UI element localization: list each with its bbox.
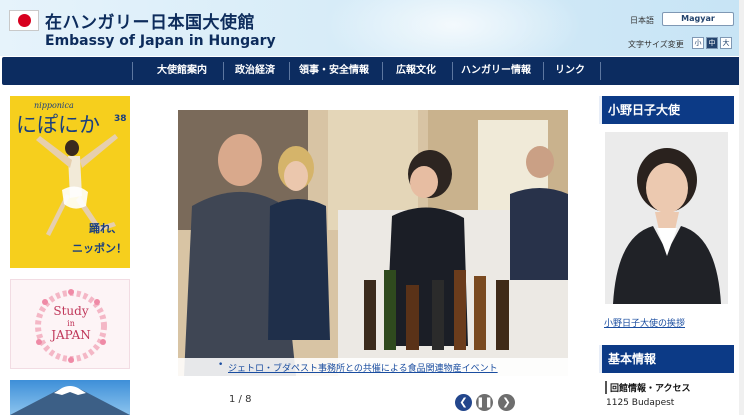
nipponica-banner[interactable]: nipponica にぽにか 38 踊れ、 ニッポン！ — [10, 96, 130, 268]
nav-separator — [382, 62, 383, 80]
mount-fuji-banner[interactable] — [10, 380, 130, 415]
nav-item-culture-pr[interactable]: 広報文化 — [385, 57, 447, 85]
nav-item-consular-safety[interactable]: 領事・安全情報 — [292, 57, 376, 85]
nav-separator — [600, 62, 601, 80]
nipponica-logo-ja: にぽにか — [16, 113, 100, 137]
nav-separator — [289, 62, 290, 80]
nipponica-caption-line2: ニッポン！ — [72, 242, 127, 255]
basic-info-heading: 基本情報 — [599, 345, 734, 373]
font-size-large-button[interactable]: 大 — [720, 37, 732, 49]
nipponica-caption-line1: 踊れ、 — [89, 222, 123, 235]
nav-separator — [452, 62, 453, 80]
carousel-caption-link[interactable]: ジェトロ・ブダペスト事務所との共催による食品関連物産イベント — [228, 361, 498, 374]
site-header: 在ハンガリー日本国大使館 Embassy of Japan in Hungary… — [0, 0, 744, 56]
carousel-page-indicator: 1 / 8 — [229, 394, 252, 405]
pause-icon: ❚❚ — [476, 397, 493, 408]
mount-fuji-image — [10, 386, 130, 415]
ambassador-heading: 小野日子大使 — [599, 96, 734, 124]
study-text-line1: Study — [53, 304, 89, 318]
nav-separator — [223, 62, 224, 80]
nipponica-issue-number: 38 — [114, 114, 127, 124]
nav-separator — [543, 62, 544, 80]
font-size-label: 文字サイズ変更 — [628, 40, 684, 49]
header-world-map-decoration — [324, 0, 584, 56]
ambassador-photo[interactable] — [605, 132, 728, 304]
nav-item-hungary-info[interactable]: ハンガリー情報 — [454, 57, 538, 85]
carousel-pause-button[interactable]: ❚❚ — [476, 394, 493, 411]
font-size-medium-button[interactable]: 中 — [706, 37, 718, 49]
font-size-small-button[interactable]: 小 — [692, 37, 704, 49]
event-photo — [178, 110, 568, 376]
embassy-access-title[interactable]: 回館情報・アクセス — [605, 381, 691, 394]
language-magyar-button[interactable]: Magyar — [662, 12, 734, 26]
nav-separator — [132, 62, 133, 80]
news-carousel-image[interactable] — [178, 110, 568, 376]
caption-bullet-icon: • — [218, 360, 224, 370]
carousel-caption-bar: • ジェトロ・ブダペスト事務所との共催による食品関連物産イベント — [178, 358, 568, 376]
nav-item-politics-economy[interactable]: 政治経済 — [225, 57, 285, 85]
nav-item-links[interactable]: リンク — [546, 57, 594, 85]
page-scrollbar[interactable] — [739, 0, 744, 415]
site-title-english[interactable]: Embassy of Japan in Hungary — [45, 33, 276, 49]
nav-item-embassy-info[interactable]: 大使館案内 — [142, 57, 222, 85]
japan-flag-icon — [9, 10, 39, 31]
study-in-japan-banner[interactable]: Study in JAPAN — [10, 279, 130, 369]
study-text-line3: JAPAN — [51, 328, 91, 342]
language-japanese-link[interactable]: 日本語 — [630, 15, 654, 26]
carousel-prev-button[interactable]: ❮ — [455, 394, 472, 411]
carousel-next-button[interactable]: ❯ — [498, 394, 515, 411]
study-text-line2: in — [67, 319, 75, 328]
ambassador-greeting-link[interactable]: 小野日子大使の挨拶 — [604, 316, 685, 329]
main-navigation: 大使館案内 政治経済 領事・安全情報 広報文化 ハンガリー情報 リンク — [2, 57, 742, 85]
chevron-left-icon: ❮ — [459, 397, 468, 408]
chevron-right-icon: ❯ — [502, 397, 511, 408]
ambassador-portrait — [605, 132, 728, 304]
embassy-address: 1125 Budapest — [606, 398, 675, 408]
site-title-japanese[interactable]: 在ハンガリー日本国大使館 — [45, 8, 255, 33]
